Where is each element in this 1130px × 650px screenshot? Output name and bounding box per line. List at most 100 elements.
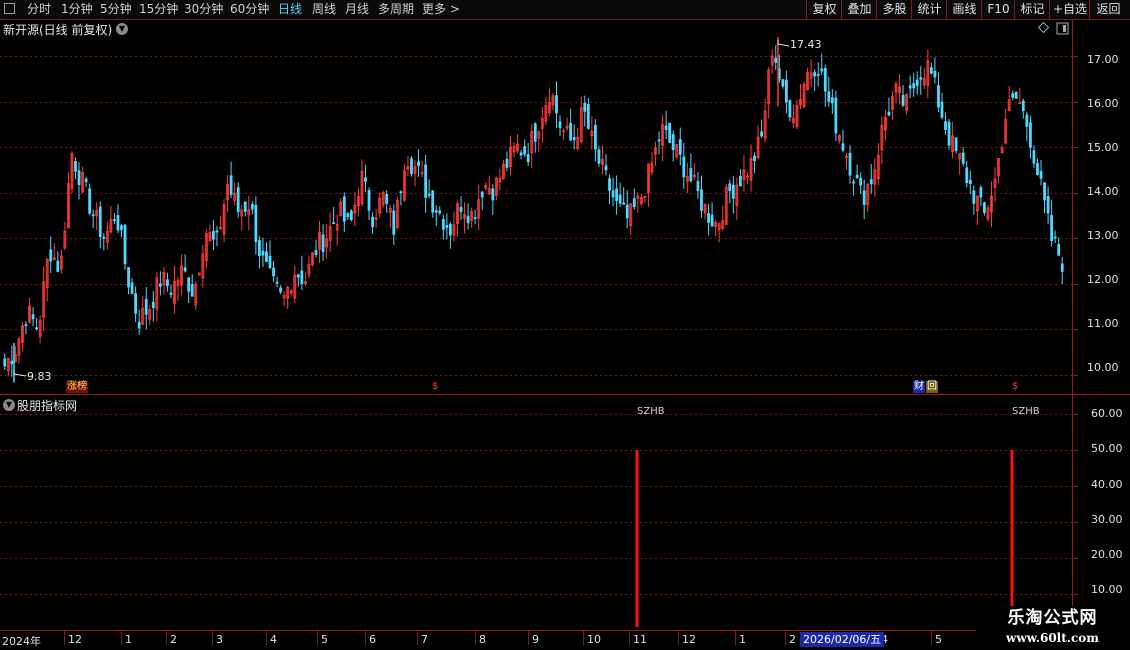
- period-tab-30min[interactable]: 30分钟: [184, 1, 223, 18]
- candle-body: [841, 143, 845, 151]
- stats-button[interactable]: 统计: [911, 0, 947, 19]
- mark-button[interactable]: 标记: [1014, 0, 1050, 19]
- candle-body: [972, 190, 976, 204]
- candle-body: [668, 122, 672, 143]
- date-tick-label: 5: [935, 633, 942, 646]
- draw-line-button[interactable]: 画线: [946, 0, 982, 19]
- chevron-down-icon[interactable]: ▼: [3, 399, 15, 411]
- candle-body: [597, 149, 601, 164]
- multi-stock-button[interactable]: 多股: [876, 0, 912, 19]
- candle-body: [615, 188, 619, 201]
- chevron-down-icon[interactable]: ▼: [116, 23, 128, 35]
- date-tick-label: 2: [789, 633, 796, 646]
- main-grid: [0, 56, 1072, 376]
- dollar-marker-2[interactable]: $: [1011, 381, 1019, 393]
- candle-body: [417, 161, 420, 167]
- candle-body: [728, 183, 732, 192]
- candle-body: [915, 79, 919, 87]
- candle-body: [618, 194, 622, 204]
- candle-body: [158, 283, 162, 287]
- period-tab-daily[interactable]: 日线: [278, 1, 302, 18]
- candle-body: [689, 168, 693, 182]
- candle-body: [1046, 196, 1050, 214]
- candle-body: [784, 79, 788, 103]
- candle-body: [120, 225, 123, 231]
- candle-body: [1039, 171, 1043, 179]
- candle-body: [431, 190, 435, 213]
- candle-body: [823, 67, 827, 92]
- candle-body: [710, 214, 714, 227]
- candle-body: [608, 178, 611, 191]
- candle-body: [74, 161, 77, 172]
- watermark-url: www.60lt.com: [1006, 631, 1099, 645]
- dollar-marker[interactable]: $: [431, 381, 439, 393]
- date-tick-label: 4: [270, 633, 277, 646]
- overlay-button[interactable]: 叠加: [841, 0, 877, 19]
- period-tab-60min[interactable]: 60分钟: [230, 1, 269, 18]
- period-tab-15min[interactable]: 15分钟: [139, 1, 178, 18]
- candle-body: [166, 279, 169, 287]
- candle-body: [410, 158, 413, 175]
- candle-body: [1060, 263, 1064, 272]
- date-tick-label: 8: [479, 633, 486, 646]
- date-tick-label: 1: [739, 633, 746, 646]
- diamond-icon[interactable]: [1037, 21, 1050, 34]
- candle-body: [144, 299, 148, 315]
- candle-body: [869, 179, 873, 185]
- candle-body: [558, 121, 562, 128]
- candle-body: [254, 204, 258, 243]
- period-tab-monthly[interactable]: 月线: [345, 1, 369, 18]
- candle-body: [441, 218, 445, 230]
- candle-body: [364, 177, 367, 182]
- candle-body: [625, 204, 629, 219]
- candle-body: [427, 193, 431, 196]
- back-button[interactable]: 返回: [1089, 0, 1127, 19]
- candle-body: [296, 274, 300, 278]
- candle-body: [371, 216, 374, 228]
- caibao-marker-2[interactable]: 回: [926, 381, 938, 393]
- add-watchlist-button[interactable]: +自选: [1049, 0, 1090, 19]
- indicator-tick-label: 50.00: [1091, 442, 1123, 455]
- period-tab-1min[interactable]: 1分钟: [61, 1, 93, 18]
- caibao-marker[interactable]: 财: [913, 381, 925, 393]
- zhangbang-marker[interactable]: 涨榜: [66, 381, 88, 393]
- date-tick-label: 11: [633, 633, 647, 646]
- period-tab-multi[interactable]: 多周期: [378, 1, 414, 18]
- period-tab-5min[interactable]: 5分钟: [100, 1, 132, 18]
- candle-body: [116, 215, 120, 231]
- price-tick-label: 10.00: [1087, 361, 1119, 374]
- period-tab-weekly[interactable]: 周线: [312, 1, 336, 18]
- period-tab-fenshi[interactable]: 分时: [27, 1, 51, 18]
- candle-body: [459, 207, 463, 212]
- candle-body: [272, 267, 275, 277]
- indicator-tick-label: 60.00: [1091, 407, 1123, 420]
- candle-body: [954, 137, 958, 151]
- panel-toggle-icon[interactable]: [1056, 22, 1069, 35]
- candle-body: [611, 190, 615, 198]
- candle-body: [830, 97, 834, 104]
- candle-body: [346, 213, 350, 218]
- candle-body: [49, 249, 53, 262]
- candle-body: [300, 270, 304, 284]
- price-tick-label: 15.00: [1087, 141, 1119, 154]
- period-tab-more[interactable]: 更多 >: [422, 1, 460, 18]
- candle-body: [98, 206, 102, 237]
- fuquan-button[interactable]: 复权: [806, 0, 842, 19]
- candle-body: [10, 360, 14, 365]
- date-tick-label: 12: [682, 633, 696, 646]
- candle-body: [187, 277, 191, 292]
- candle-body: [367, 190, 371, 211]
- candle-body: [753, 155, 756, 162]
- window-menu-icon[interactable]: [4, 3, 15, 14]
- candle-body: [127, 267, 130, 288]
- low-price-label: 9.83: [27, 370, 52, 383]
- candle-body: [583, 103, 587, 112]
- candle-body: [190, 284, 194, 297]
- candle-body: [491, 188, 495, 201]
- signal-bar: [635, 450, 639, 627]
- candle-body: [731, 184, 735, 199]
- f10-button[interactable]: F10: [981, 0, 1015, 19]
- candle-body: [961, 152, 965, 164]
- candle-body: [236, 187, 240, 212]
- indicator-tick-label: 30.00: [1091, 513, 1123, 526]
